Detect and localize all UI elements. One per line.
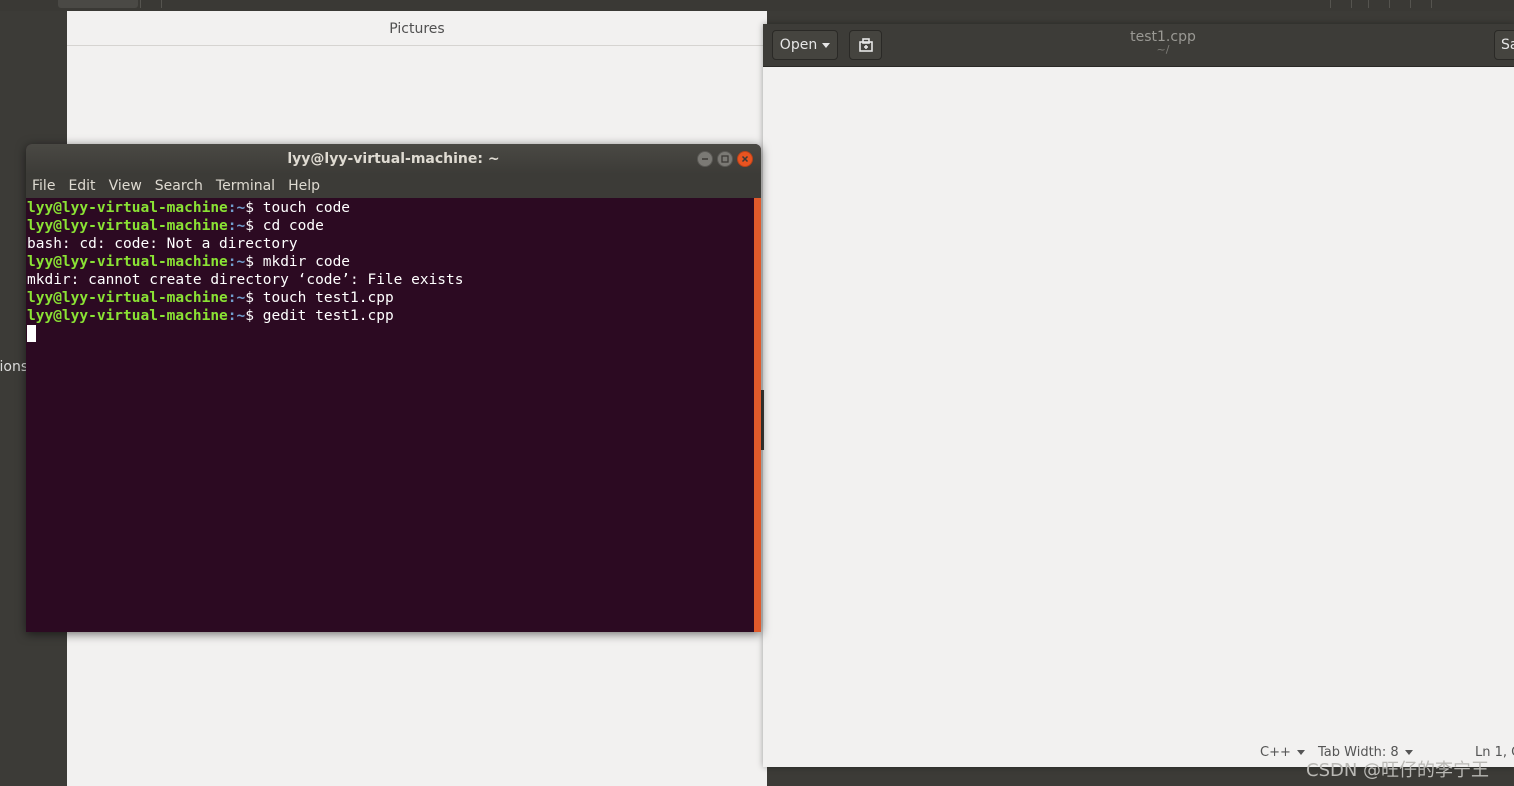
- terminal-command-line: lyy@lyy-virtual-machine:~$ touch test1.c…: [27, 289, 753, 307]
- menu-search[interactable]: Search: [155, 178, 203, 194]
- command-text: touch test1.cpp: [262, 290, 394, 306]
- close-icon: [741, 155, 749, 163]
- menu-terminal[interactable]: Terminal: [216, 178, 275, 194]
- gedit-title-block: test1.cpp ~/: [1130, 29, 1196, 55]
- prompt-user: lyy@lyy-virtual-machine: [27, 218, 228, 234]
- terminal-scrollbar[interactable]: [754, 198, 761, 632]
- gedit-window: Open test1.cpp ~/ Sa C++ Tab Width: 8: [763, 24, 1514, 767]
- chevron-down-icon: [1404, 750, 1413, 755]
- menu-help[interactable]: Help: [288, 178, 320, 194]
- watermark: CSDN @旺仔的李宁王: [1306, 760, 1490, 781]
- top-bar-button[interactable]: [1410, 0, 1432, 8]
- prompt-user: lyy@lyy-virtual-machine: [27, 308, 228, 324]
- prompt-symbol: $: [245, 290, 263, 306]
- menu-edit[interactable]: Edit: [68, 178, 95, 194]
- terminal-command-line: lyy@lyy-virtual-machine:~$ gedit test1.c…: [27, 307, 753, 325]
- terminal-command-line: lyy@lyy-virtual-machine:~$ touch code: [27, 199, 753, 217]
- language-label: C++: [1260, 745, 1291, 760]
- prompt-path: :~: [227, 254, 246, 270]
- terminal-titlebar[interactable]: lyy@lyy-virtual-machine: ~: [26, 144, 761, 174]
- output-text: bash: cd: code: Not a directory: [27, 236, 298, 252]
- prompt-symbol: $: [245, 254, 263, 270]
- terminal-window: lyy@lyy-virtual-machine: ~ File Edit Vie…: [26, 144, 761, 632]
- save-button[interactable]: Sa: [1494, 30, 1514, 60]
- new-document-icon: [858, 38, 873, 52]
- output-text: mkdir: cannot create directory ‘code’: F…: [27, 272, 464, 288]
- prompt-user: lyy@lyy-virtual-machine: [27, 290, 228, 306]
- prompt-path: :~: [227, 218, 246, 234]
- minimize-icon: [702, 158, 708, 160]
- minimize-button[interactable]: [697, 151, 713, 167]
- prompt-path: :~: [227, 290, 246, 306]
- prompt-symbol: $: [245, 308, 263, 324]
- top-bar-button[interactable]: [140, 0, 162, 8]
- terminal-command-line: lyy@lyy-virtual-machine:~$ cd code: [27, 217, 753, 235]
- prompt-user: lyy@lyy-virtual-machine: [27, 200, 228, 216]
- command-text: gedit test1.cpp: [262, 308, 394, 324]
- dock-partial-label: tions: [0, 359, 29, 375]
- command-text: cd code: [262, 218, 324, 234]
- text-editor-area[interactable]: [763, 67, 1514, 737]
- document-path: ~/: [1156, 43, 1170, 56]
- top-bar-tab[interactable]: [58, 0, 138, 8]
- terminal-output-line: mkdir: cannot create directory ‘code’: F…: [27, 271, 753, 289]
- gedit-headerbar: Open test1.cpp ~/ Sa: [763, 24, 1514, 67]
- terminal-output-line: bash: cd: code: Not a directory: [27, 235, 753, 253]
- open-button[interactable]: Open: [772, 30, 838, 60]
- terminal-title: lyy@lyy-virtual-machine: ~: [287, 151, 500, 167]
- file-manager-header: Pictures: [67, 11, 767, 46]
- terminal-command-line: lyy@lyy-virtual-machine:~$ mkdir code: [27, 253, 753, 271]
- terminal-menubar: File Edit View Search Terminal Help: [26, 174, 761, 198]
- prompt-symbol: $: [245, 200, 263, 216]
- chevron-down-icon: [822, 42, 831, 48]
- maximize-icon: [721, 155, 729, 163]
- top-bar-button[interactable]: [1330, 0, 1352, 8]
- open-button-label: Open: [779, 37, 818, 53]
- prompt-path: :~: [227, 308, 246, 324]
- top-bar-button[interactable]: [1368, 0, 1390, 8]
- terminal-output[interactable]: lyy@lyy-virtual-machine:~$ touch code lyy…: [27, 199, 753, 632]
- prompt-user: lyy@lyy-virtual-machine: [27, 254, 228, 270]
- command-text: touch code: [262, 200, 351, 216]
- command-text: mkdir code: [262, 254, 351, 270]
- language-selector[interactable]: C++: [1260, 745, 1305, 760]
- top-bar: [0, 0, 1514, 11]
- terminal-cursor-line: [27, 325, 753, 343]
- close-button[interactable]: [737, 151, 753, 167]
- text-cursor: [27, 325, 36, 342]
- chevron-down-icon: [1296, 750, 1305, 755]
- menu-view[interactable]: View: [109, 178, 142, 194]
- maximize-button[interactable]: [717, 151, 733, 167]
- prompt-path: :~: [227, 200, 246, 216]
- prompt-symbol: $: [245, 218, 263, 234]
- new-tab-button[interactable]: [849, 30, 882, 60]
- menu-file[interactable]: File: [32, 178, 55, 194]
- file-manager-title: Pictures: [389, 21, 445, 37]
